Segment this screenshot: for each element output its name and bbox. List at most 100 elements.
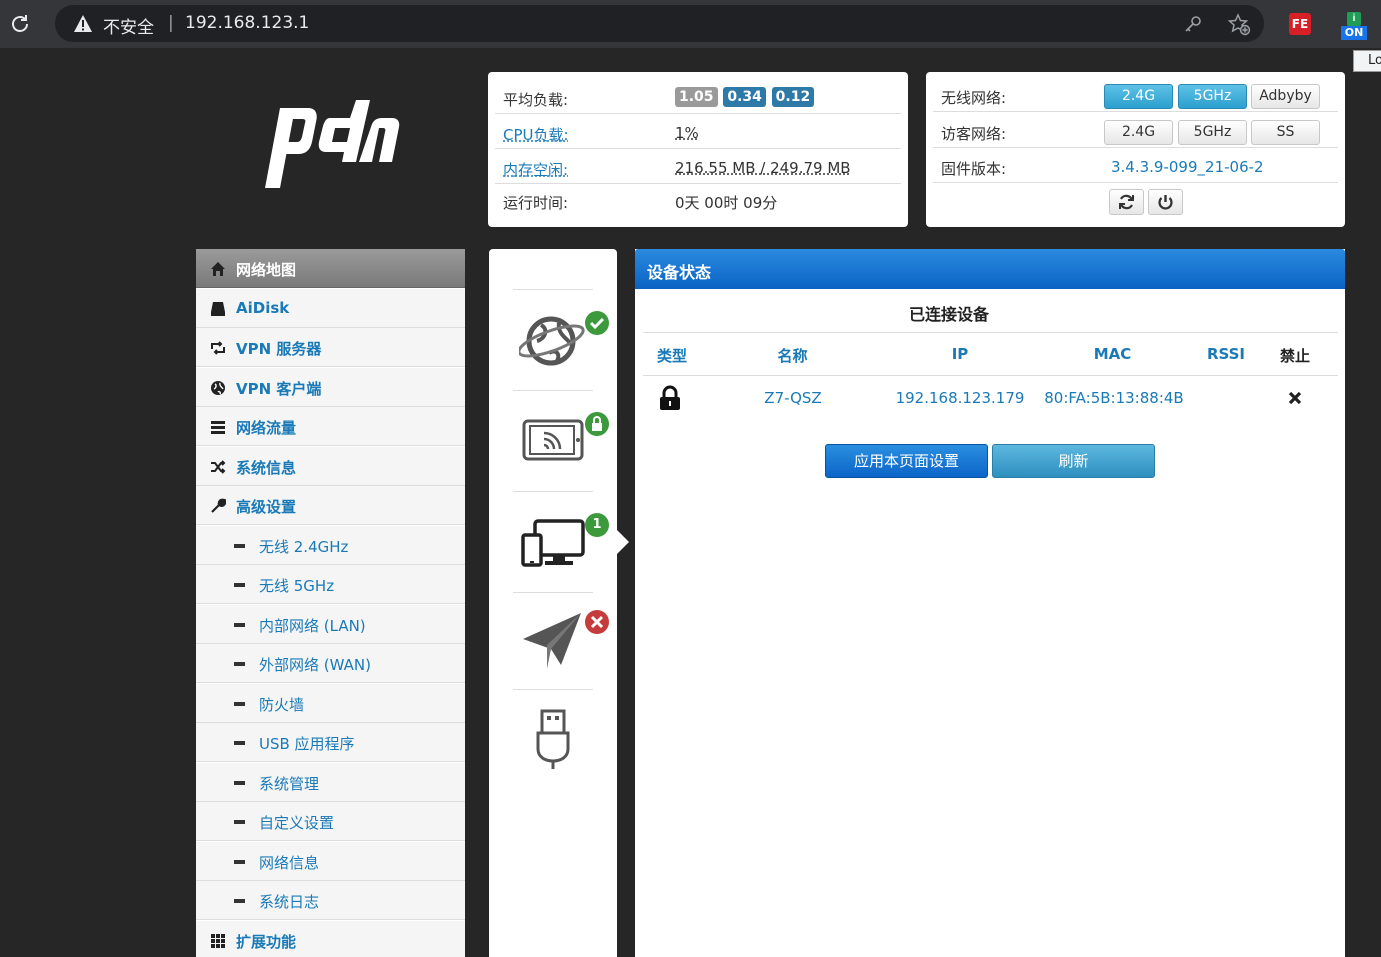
cpu-value: 1% <box>675 124 699 142</box>
divider <box>513 491 593 492</box>
menu-usb-apps[interactable]: USB 应用程序 <box>196 723 465 762</box>
wireless-status-panel: 无线网络: 2.4G 5GHz Adbyby 访客网络: 2.4G 5GHz S… <box>926 72 1345 227</box>
menu-wireless-24[interactable]: 无线 2.4GHz <box>196 526 465 565</box>
apply-settings-button[interactable]: 应用本页面设置 <box>825 444 988 478</box>
load-row: 平均负载: 1.05 0.34 0.12 <box>495 81 901 114</box>
menu-traffic[interactable]: 网络流量 <box>196 407 465 446</box>
url-text[interactable]: 192.168.123.1 <box>185 13 309 33</box>
cpu-row: CPU负载: 1% <box>495 116 901 149</box>
internet-globe-icon[interactable] <box>519 305 587 371</box>
key-icon[interactable] <box>1183 14 1203 34</box>
col-ip-header[interactable]: IP <box>935 345 985 363</box>
load-label: 平均负载: <box>503 91 569 109</box>
load-values: 1.05 0.34 0.12 <box>675 87 815 107</box>
wrench-icon <box>211 498 226 513</box>
reboot-button[interactable] <box>1109 189 1144 215</box>
grid-icon <box>211 934 225 948</box>
load-1min-badge: 1.05 <box>675 87 718 107</box>
menu-firewall[interactable]: 防火墙 <box>196 684 465 723</box>
menu-label: 高级设置 <box>236 498 297 516</box>
padavan-logo <box>265 100 400 188</box>
panel-header: 设备状态 <box>635 249 1345 289</box>
usb-icon[interactable] <box>535 709 571 771</box>
divider <box>513 390 593 391</box>
refresh-icon <box>1119 194 1134 210</box>
memory-link[interactable]: 内存空闲: <box>503 159 568 180</box>
menu-extensions[interactable]: 扩展功能 <box>196 921 465 957</box>
dash-icon <box>234 544 245 548</box>
menu-label: 内部网络 (LAN) <box>259 617 366 635</box>
dash-icon <box>234 623 245 627</box>
dash-icon <box>234 583 245 587</box>
uptime-label: 运行时间: <box>503 194 569 212</box>
security-label[interactable]: 不安全 <box>103 13 154 38</box>
address-bar[interactable]: 不安全 | 192.168.123.1 <box>55 5 1264 42</box>
device-ip: 192.168.123.179 <box>895 389 1025 407</box>
menu-label: 外部网络 (WAN) <box>259 656 371 674</box>
menu-wan[interactable]: 外部网络 (WAN) <box>196 644 465 683</box>
guest-5g-button[interactable]: 5GHz <box>1178 120 1247 145</box>
home-icon <box>211 262 225 276</box>
menu-vpn-server[interactable]: VPN 服务器 <box>196 328 465 367</box>
col-mac-header[interactable]: MAC <box>1075 345 1150 363</box>
device-name-link[interactable]: Z7-QSZ <box>743 389 843 407</box>
menu-wireless-5[interactable]: 无线 5GHz <box>196 565 465 604</box>
firmware-row: 固件版本: 3.4.3.9-099_21-06-2 <box>933 150 1338 183</box>
shutdown-button[interactable] <box>1148 189 1183 215</box>
warning-icon[interactable] <box>73 14 93 33</box>
block-device-icon[interactable] <box>1288 391 1302 405</box>
on-extension-icon[interactable]: i ON <box>1341 12 1367 40</box>
menu-system-info[interactable]: 系统信息 <box>196 447 465 486</box>
x-icon <box>590 615 604 629</box>
guest-24g-button[interactable]: 2.4G <box>1104 120 1173 145</box>
list-icon <box>211 421 225 434</box>
divider <box>643 332 1338 333</box>
wifi-24g-button[interactable]: 2.4G <box>1104 84 1173 109</box>
dash-icon <box>234 899 245 903</box>
wireless-device-icon[interactable] <box>522 419 584 461</box>
menu-label: 系统信息 <box>236 459 297 477</box>
menu-label: 网络信息 <box>259 854 320 872</box>
col-type-header[interactable]: 类型 <box>654 345 690 366</box>
cpu-link[interactable]: CPU负载: <box>503 124 569 145</box>
divider <box>513 289 593 290</box>
firmware-link[interactable]: 3.4.3.9-099_21-06-2 <box>1111 158 1264 176</box>
wifi-5g-button[interactable]: 5GHz <box>1178 84 1247 109</box>
menu-custom[interactable]: 自定义设置 <box>196 802 465 841</box>
menu-advanced[interactable]: 高级设置 <box>196 486 465 525</box>
menu-admin[interactable]: 系统管理 <box>196 763 465 802</box>
info-icon: i <box>1347 12 1361 26</box>
col-rssi-header[interactable]: RSSI <box>1200 345 1252 363</box>
menu-label: 系统日志 <box>259 893 320 911</box>
menu-vpn-client[interactable]: VPN 客户端 <box>196 368 465 407</box>
menu-label: VPN 服务器 <box>236 340 322 358</box>
reload-icon[interactable] <box>9 13 31 35</box>
menu-network-map[interactable]: 网络地图 <box>196 249 465 288</box>
menu-label: 扩展功能 <box>236 933 297 951</box>
dash-icon <box>234 662 245 666</box>
paper-plane-icon[interactable] <box>521 609 583 671</box>
bookmark-star-icon[interactable] <box>1227 12 1251 36</box>
guest-row: 访客网络: 2.4G 5GHz SS <box>933 115 1338 148</box>
uptime-row: 运行时间: 0天 00时 09分 <box>495 184 901 217</box>
dash-icon <box>234 702 245 706</box>
page-title: 设备状态 <box>647 263 712 282</box>
ss-button[interactable]: SS <box>1251 120 1320 145</box>
menu-label: 系统管理 <box>259 775 320 793</box>
refresh-button[interactable]: 刷新 <box>992 444 1155 478</box>
network-icon-column: 1 <box>489 249 617 957</box>
internet-ok-status <box>585 311 609 335</box>
clients-computer-icon[interactable] <box>521 519 585 569</box>
col-name-header[interactable]: 名称 <box>755 345 830 366</box>
adbyby-button[interactable]: Adbyby <box>1251 84 1320 109</box>
system-status-panel: 平均负载: 1.05 0.34 0.12 CPU负载: 1% 内存空闲: 216… <box>488 72 908 227</box>
fe-extension-icon[interactable]: FE <box>1289 13 1311 35</box>
tooltip: Lo <box>1353 50 1381 72</box>
menu-label: USB 应用程序 <box>259 735 355 753</box>
menu-aidisk[interactable]: AiDisk <box>196 289 465 328</box>
memory-row: 内存空闲: 216.55 MB / 249.79 MB <box>495 151 901 184</box>
menu-syslog[interactable]: 系统日志 <box>196 881 465 920</box>
dash-icon <box>234 781 245 785</box>
menu-lan[interactable]: 内部网络 (LAN) <box>196 605 465 644</box>
menu-net-info[interactable]: 网络信息 <box>196 842 465 881</box>
